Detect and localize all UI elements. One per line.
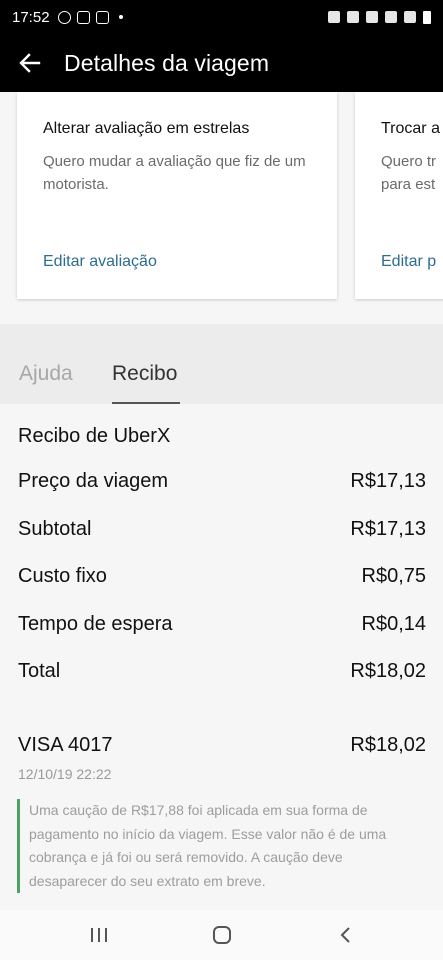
line-amount: R$0,75	[361, 565, 427, 587]
more-notifications-icon	[118, 15, 123, 19]
payment-date: 12/10/19 22:22	[18, 766, 112, 782]
instagram-icon	[95, 10, 109, 24]
hold-notice: Uma caução de R$17,88 foi aplicada em su…	[17, 799, 417, 893]
card-title: Alterar avaliação em estrelas	[43, 120, 250, 137]
system-back-button[interactable]	[334, 923, 356, 947]
line-label: Preço da viagem	[18, 470, 169, 492]
receipt-line: Custo fixo R$0,75	[18, 565, 426, 588]
receipt-total-line: Total R$18,02	[18, 660, 426, 683]
line-label: Total	[18, 660, 61, 682]
status-bar: 17:52	[0, 0, 443, 34]
gallery-icon	[76, 10, 90, 24]
recents-icon	[91, 928, 107, 942]
line-amount: R$0,14	[361, 613, 427, 635]
line-amount: R$17,13	[350, 470, 426, 492]
card-title: Trocar a	[381, 120, 440, 137]
receipt-title: Recibo de UberX	[18, 425, 171, 447]
tab-receipt[interactable]: Recibo	[112, 362, 177, 386]
back-button[interactable]	[0, 34, 60, 92]
line-label: Subtotal	[18, 518, 92, 540]
location-icon	[366, 11, 378, 23]
home-button[interactable]	[210, 923, 234, 947]
home-icon	[213, 926, 231, 944]
tab-help[interactable]: Ajuda	[19, 362, 73, 386]
help-card-partial[interactable]: Trocar a Quero tr para est Editar p	[355, 92, 443, 299]
edit-link-partial[interactable]: Editar p	[381, 253, 436, 271]
app-header: Detalhes da viagem	[0, 34, 443, 92]
receipt-line: Subtotal R$17,13	[18, 518, 426, 541]
card-description: Quero mudar a avaliação que fiz de um mo…	[43, 153, 306, 193]
battery-icon	[423, 10, 431, 24]
receipt-section: Recibo de UberX Preço da viagem R$17,13 …	[0, 404, 443, 910]
card-description: Quero tr para est	[381, 153, 437, 193]
receipt-line: Tempo de espera R$0,14	[18, 613, 426, 636]
edit-rating-link[interactable]: Editar avaliação	[43, 253, 157, 271]
tab-bar: Ajuda Recibo	[0, 324, 443, 404]
chevron-left-icon	[340, 927, 350, 943]
whatsapp-icon	[57, 10, 71, 24]
line-amount: R$18,02	[350, 660, 426, 682]
line-label: Tempo de espera	[18, 613, 173, 635]
page-title: Detalhes da viagem	[64, 49, 270, 76]
payment-method: VISA 4017	[18, 734, 113, 756]
system-nav-bar	[0, 910, 443, 960]
alarm-icon	[328, 11, 340, 23]
payment-method-line: VISA 4017 R$18,02	[18, 734, 426, 757]
notification-icons	[57, 10, 123, 24]
help-card-star-rating[interactable]: Alterar avaliação em estrelas Quero muda…	[17, 92, 337, 299]
mute-icon	[347, 11, 359, 23]
system-icons	[328, 10, 431, 24]
recents-button[interactable]	[86, 923, 112, 947]
status-time: 17:52	[12, 8, 50, 26]
arrow-left-icon	[19, 53, 41, 73]
line-label: Custo fixo	[18, 565, 107, 587]
signal-icon	[404, 11, 416, 23]
receipt-line: Preço da viagem R$17,13	[18, 470, 426, 493]
payment-amount: R$18,02	[350, 734, 426, 756]
help-cards-carousel[interactable]: Alterar avaliação em estrelas Quero muda…	[0, 92, 443, 324]
line-amount: R$17,13	[350, 518, 426, 540]
wifi-icon	[385, 11, 397, 23]
